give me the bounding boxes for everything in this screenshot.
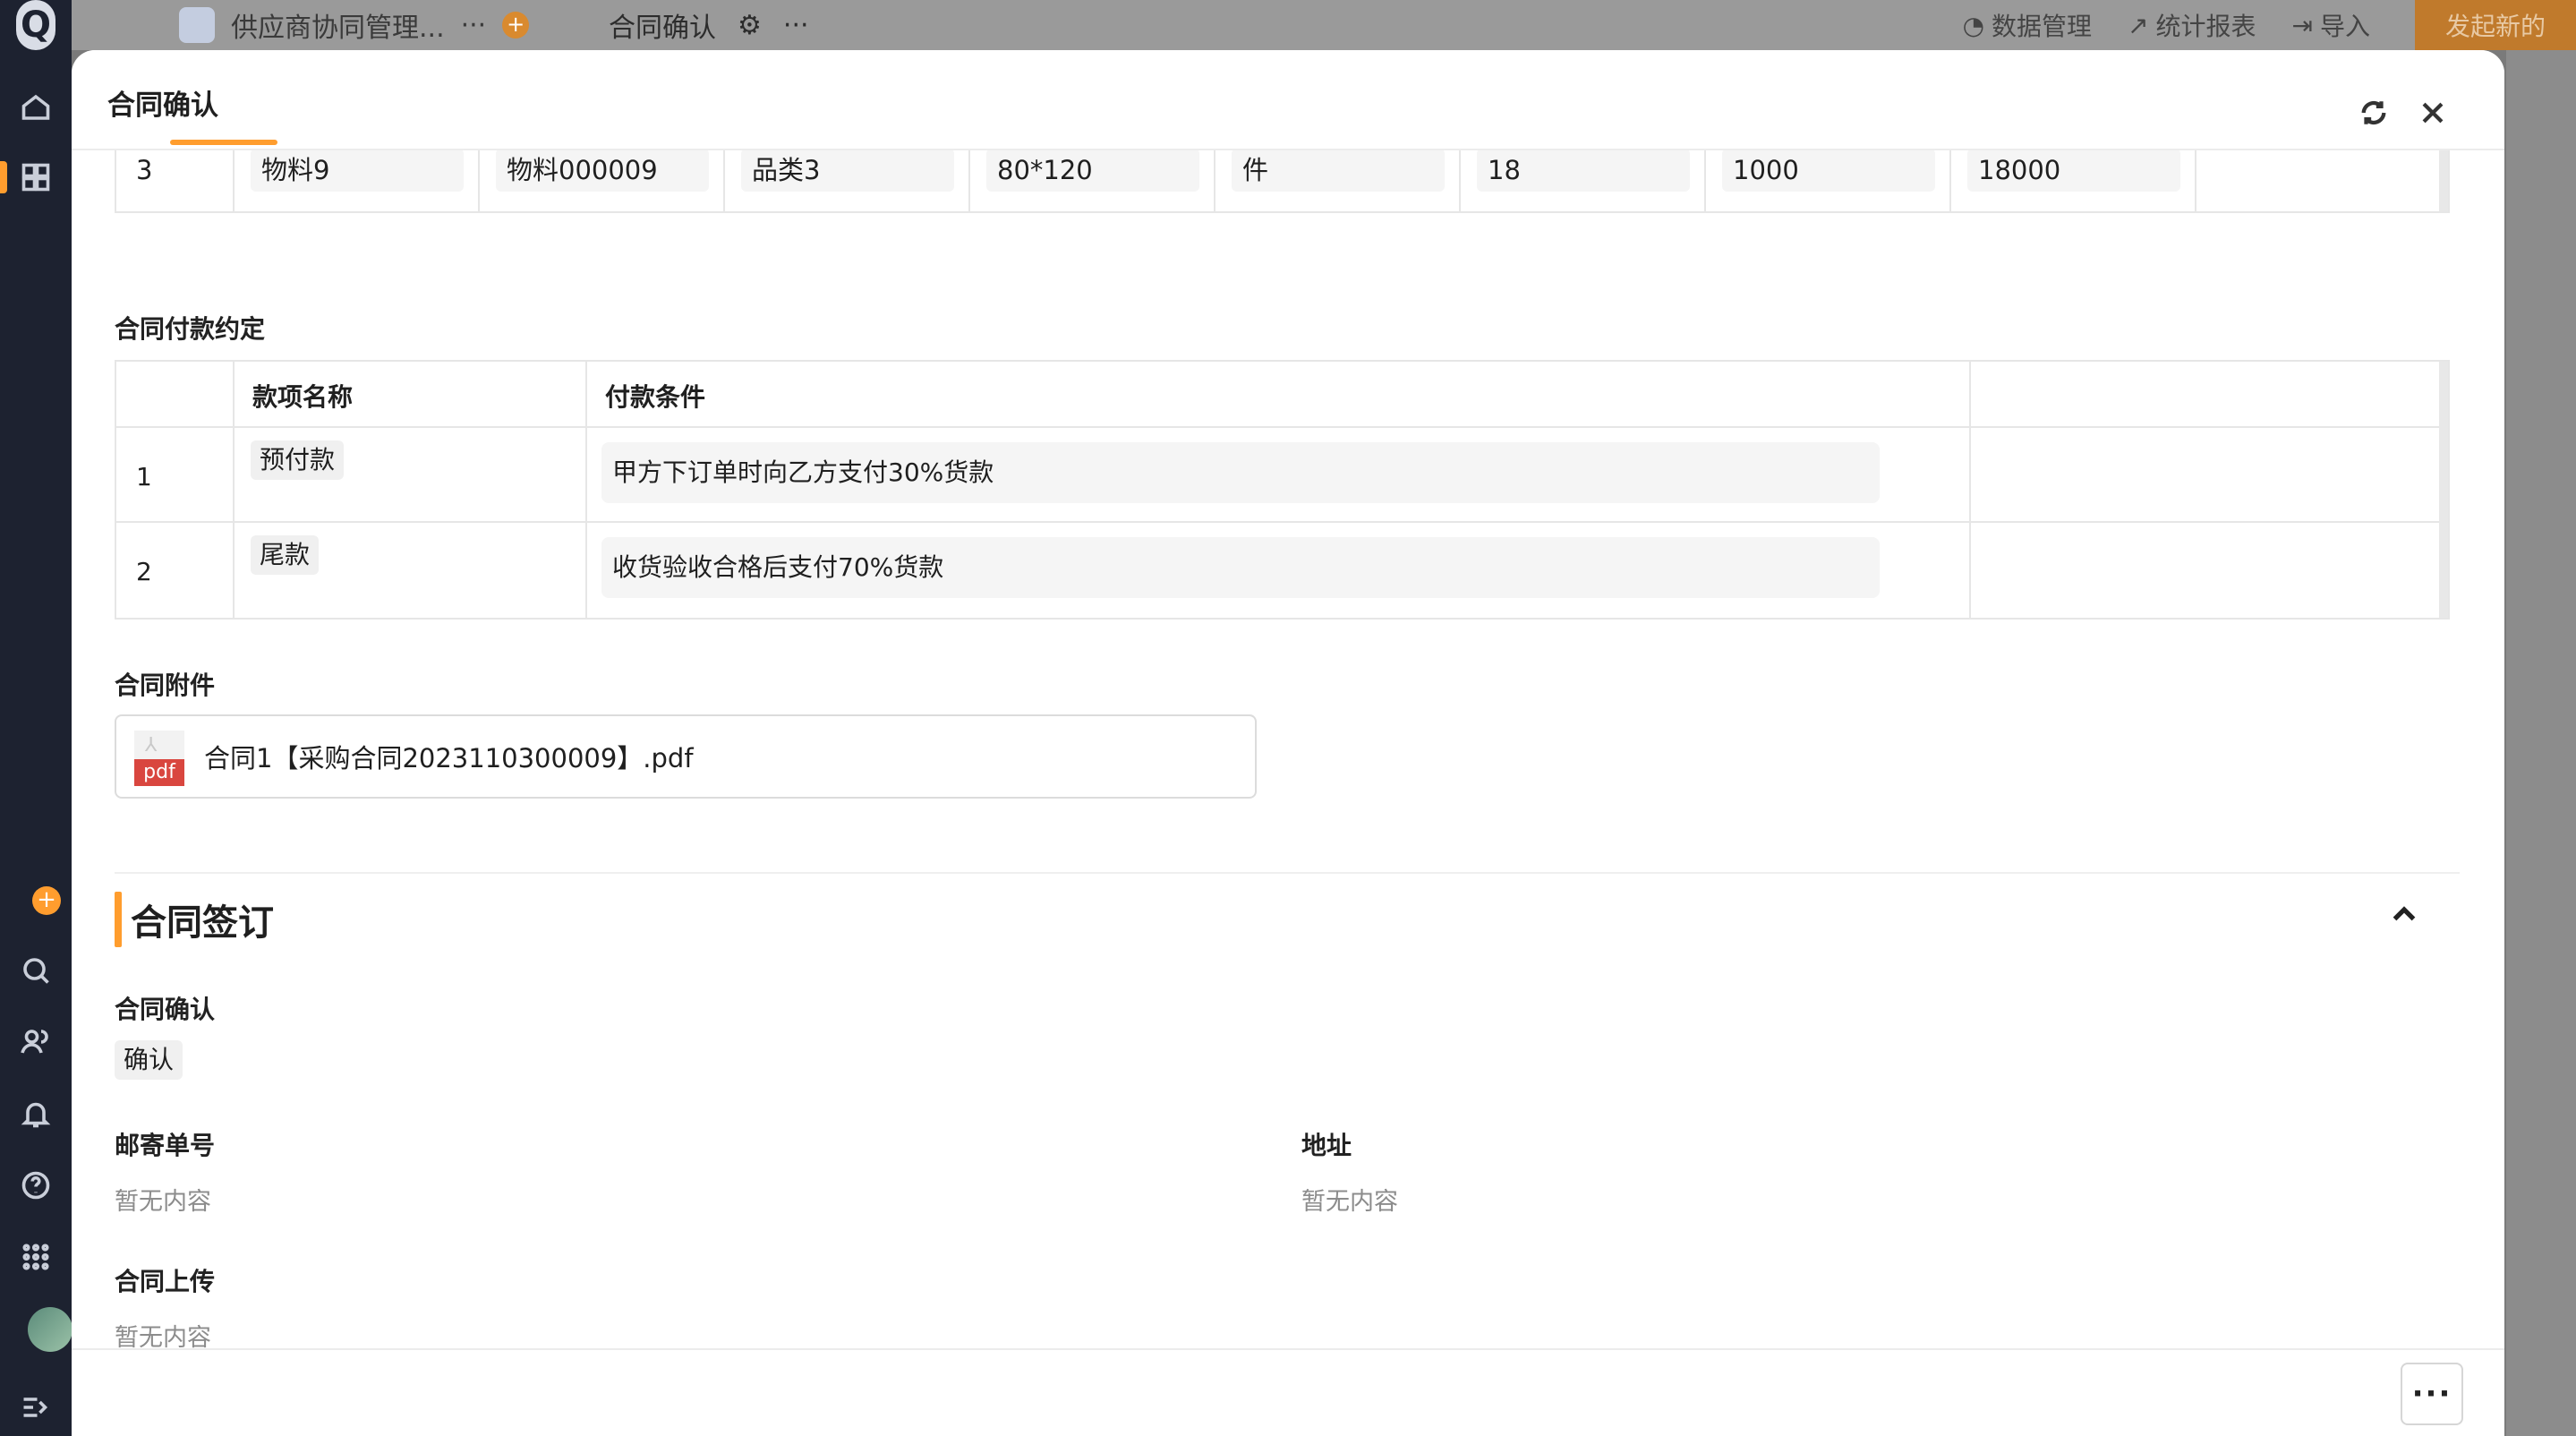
refresh-icon[interactable] xyxy=(2356,95,2392,131)
upload-field-value: 暂无内容 xyxy=(115,1324,211,1348)
app-tab[interactable]: 供应商协同管理... ··· + xyxy=(179,0,530,50)
pdf-badge: pdf xyxy=(134,759,184,786)
background-panel xyxy=(2506,50,2576,1436)
stat-report-label: 统计报表 xyxy=(2155,12,2256,41)
row-index: 1 xyxy=(136,462,152,491)
address-field-label: 地址 xyxy=(1301,1131,1352,1160)
help-icon[interactable] xyxy=(18,1167,54,1203)
user-avatar[interactable] xyxy=(28,1307,73,1352)
payment-condition-value: 甲方下订单时向乙方支付30%货款 xyxy=(601,442,1880,503)
material-name-value: 物料9 xyxy=(251,149,464,192)
table-row: 2 尾款 收货验收合格后支付70%货款 xyxy=(116,521,2448,618)
expand-rail-icon[interactable] xyxy=(18,1389,54,1425)
quantity-cell: 18 xyxy=(1459,149,1706,211)
stat-report-button[interactable]: ↗ 统计报表 xyxy=(2128,7,2256,43)
materials-scrollbar[interactable] xyxy=(2439,149,2448,211)
material-code-value: 物料000009 xyxy=(496,149,709,192)
close-icon[interactable] xyxy=(2415,95,2451,131)
app-tab-label: 供应商协同管理... xyxy=(231,13,445,44)
tracking-field-value: 暂无内容 xyxy=(115,1188,211,1216)
rail-active-indicator xyxy=(0,161,7,193)
modal-content: 3 物料9 物料000009 品类3 80*120 件 18 1000 1800… xyxy=(115,149,2460,1348)
data-manage-button[interactable]: ◔ 数据管理 xyxy=(1963,7,2092,43)
confirm-value-tag: 确认 xyxy=(115,1040,183,1080)
unit-value: 件 xyxy=(1232,149,1445,192)
rail-add-button[interactable]: + xyxy=(32,886,61,915)
material-code-cell: 物料000009 xyxy=(478,149,725,211)
category-cell: 品类3 xyxy=(723,149,970,211)
modal-header: 合同确认 xyxy=(72,50,2504,150)
import-icon: ⇥ xyxy=(2291,10,2313,40)
add-icon[interactable]: + xyxy=(502,12,530,38)
materials-index-cell: 3 xyxy=(116,149,233,211)
signing-section-header: 合同签订 xyxy=(115,892,274,947)
amount-value: 18000 xyxy=(1967,149,2180,192)
payment-scrollbar[interactable] xyxy=(2439,362,2448,618)
material-name-cell: 物料9 xyxy=(233,149,480,211)
empty-cell xyxy=(2195,149,2429,211)
signing-section-title: 合同签订 xyxy=(131,902,274,944)
category-value: 品类3 xyxy=(741,149,954,192)
materials-table: 3 物料9 物料000009 品类3 80*120 件 18 1000 1800… xyxy=(115,149,2450,213)
upload-field-label: 合同上传 xyxy=(115,1267,216,1296)
import-label: 导入 xyxy=(2319,12,2370,41)
attachment-file-name[interactable]: 合同1【采购合同2023110300009】.pdf xyxy=(204,738,694,775)
table-row: 1 预付款 甲方下订单时向乙方支付30%货款 xyxy=(116,426,2448,523)
app-more-icon[interactable]: ··· xyxy=(461,10,487,41)
page-more-icon[interactable]: ··· xyxy=(783,10,809,41)
all-apps-icon[interactable] xyxy=(18,1239,54,1275)
payment-name-tag: 尾款 xyxy=(251,535,320,575)
amount-cell: 18000 xyxy=(1949,149,2196,211)
address-field-value: 暂无内容 xyxy=(1301,1188,1398,1216)
attachment-item[interactable]: ⅄ pdf 合同1【采购合同2023110300009】.pdf xyxy=(115,714,1257,799)
payment-name-tag: 预付款 xyxy=(251,440,345,480)
home-icon[interactable] xyxy=(18,90,54,125)
payment-condition-value: 收货验收合格后支付70%货款 xyxy=(601,537,1880,598)
unit-price-cell: 1000 xyxy=(1704,149,1951,211)
dashboard-icon: ◔ xyxy=(1962,10,1984,40)
payment-col-name: 款项名称 xyxy=(252,382,354,412)
page-title: 合同确认 xyxy=(609,13,716,44)
chevron-up-icon[interactable] xyxy=(2388,899,2424,935)
section-divider xyxy=(115,872,2460,874)
payment-table: 款项名称 付款条件 1 预付款 甲方下订单时向乙方支付30%货款 2 尾款 收货… xyxy=(115,360,2450,620)
attachment-section-title: 合同附件 xyxy=(115,671,216,700)
confirm-field-label: 合同确认 xyxy=(115,995,216,1024)
section-accent-bar xyxy=(115,892,122,947)
contract-confirm-modal: 合同确认 3 物料9 物料000009 品类3 80*120 件 18 1000… xyxy=(72,50,2504,1436)
apps-grid-icon[interactable] xyxy=(18,159,54,195)
more-actions-button[interactable]: ··· xyxy=(2401,1363,2463,1425)
page-title-tab: 合同确认 ⚙ ··· xyxy=(609,0,809,50)
trend-icon: ↗ xyxy=(2128,10,2149,40)
title-underline xyxy=(170,140,277,145)
pdf-file-icon: ⅄ pdf xyxy=(134,731,184,786)
data-manage-label: 数据管理 xyxy=(1992,12,2093,41)
bell-icon[interactable] xyxy=(18,1096,54,1132)
import-button[interactable]: ⇥ 导入 xyxy=(2292,7,2370,43)
spec-value: 80*120 xyxy=(986,149,1199,192)
pdf-glyph: ⅄ xyxy=(145,734,158,756)
wrench-icon[interactable]: ⚙ xyxy=(738,10,762,41)
modal-title: 合同确认 xyxy=(107,90,218,122)
modal-footer: ··· xyxy=(72,1348,2504,1436)
top-bar: 供应商协同管理... ··· + 合同确认 ⚙ ··· ◔ 数据管理 ↗ 统计报表 … xyxy=(72,0,2576,50)
payment-col-condition: 付款条件 xyxy=(605,382,706,412)
toolbar-right: ◔ 数据管理 ↗ 统计报表 ⇥ 导入 发起新的 xyxy=(1963,0,2576,50)
unit-price-value: 1000 xyxy=(1722,149,1935,192)
tracking-field-label: 邮寄单号 xyxy=(115,1131,216,1160)
app-logo: Q xyxy=(16,0,55,50)
materials-row-index: 3 xyxy=(136,155,153,185)
payment-section-title: 合同付款约定 xyxy=(115,314,266,344)
search-icon[interactable] xyxy=(18,953,54,988)
contacts-icon[interactable] xyxy=(18,1024,54,1060)
unit-cell: 件 xyxy=(1214,149,1461,211)
launch-new-button[interactable]: 发起新的 xyxy=(2414,0,2576,50)
spec-cell: 80*120 xyxy=(968,149,1215,211)
row-index: 2 xyxy=(136,557,152,586)
left-rail: Q + xyxy=(0,0,73,1436)
app-icon xyxy=(179,7,215,43)
quantity-value: 18 xyxy=(1477,149,1690,192)
